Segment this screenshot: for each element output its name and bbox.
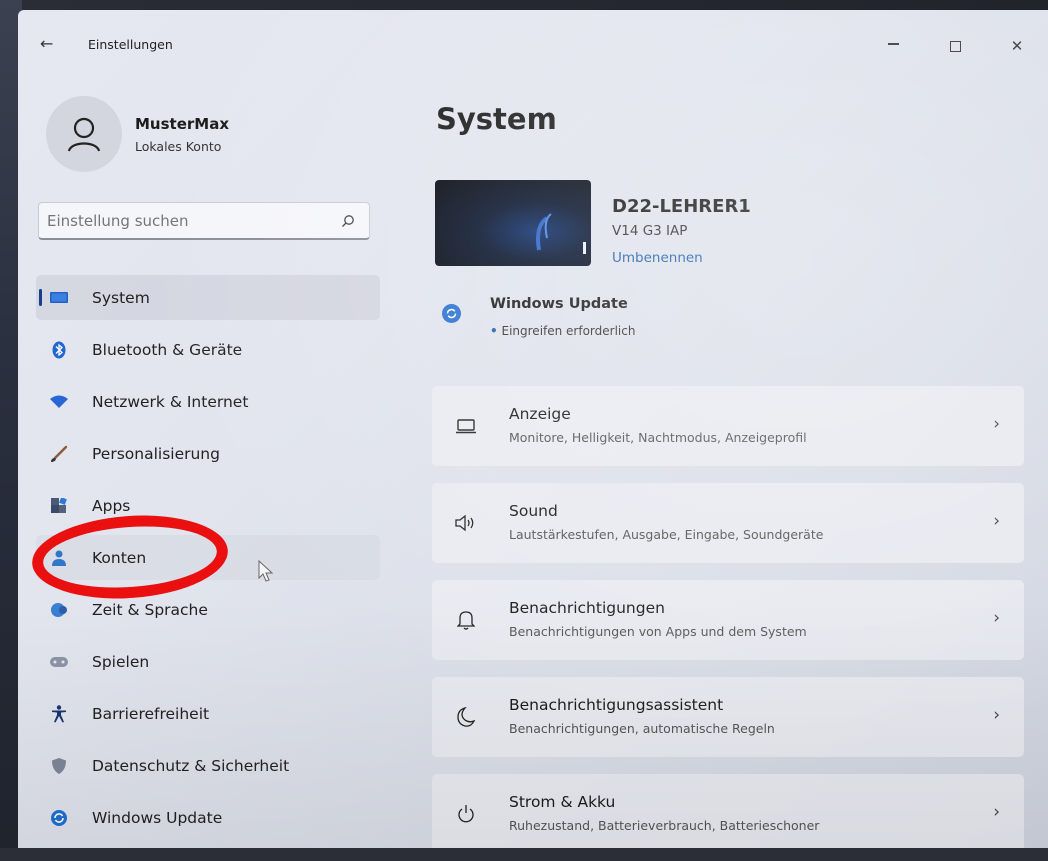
close-button[interactable]: ✕ <box>986 30 1048 62</box>
speaker-icon <box>454 511 478 535</box>
chevron-right-icon: › <box>993 414 1000 434</box>
minimize-button[interactable] <box>862 30 924 62</box>
minimize-icon <box>887 43 899 45</box>
card-title: Benachrichtigungsassistent <box>509 696 724 714</box>
sidebar-item-network[interactable]: Netzwerk & Internet <box>36 379 380 424</box>
wifi-icon <box>50 393 68 411</box>
power-icon <box>454 802 478 826</box>
search-icon <box>342 215 354 227</box>
sidebar-item-label: Spielen <box>92 652 150 671</box>
windows-update-status: • Eingreifen erforderlich <box>490 324 635 338</box>
card-title: Benachrichtigungen <box>509 599 665 617</box>
chevron-right-icon: › <box>993 608 1000 628</box>
maximize-button[interactable] <box>924 30 986 62</box>
user-name: MusterMax <box>135 115 229 133</box>
card-sound[interactable]: Sound Lautstärkestufen, Ausgabe, Eingabe… <box>432 483 1024 563</box>
sidebar-item-accessibility[interactable]: Barrierefreiheit <box>36 691 380 736</box>
windows-update-icon <box>442 304 461 323</box>
avatar[interactable] <box>46 96 122 172</box>
chevron-right-icon: › <box>993 802 1000 822</box>
sidebar-item-label: System <box>92 288 150 307</box>
card-title: Anzeige <box>509 405 571 423</box>
sidebar-item-windows-update[interactable]: Windows Update <box>36 795 380 840</box>
sidebar-item-label: Datenschutz & Sicherheit <box>92 756 290 775</box>
device-name: D22-LEHRER1 <box>612 196 751 217</box>
sidebar-item-label: Barrierefreiheit <box>92 704 210 723</box>
card-subtitle: Benachrichtigungen, automatische Regeln <box>509 721 775 736</box>
person-outline-icon <box>67 117 101 152</box>
title-bar: ← Einstellungen ✕ <box>18 10 1048 66</box>
sidebar-item-label: Windows Update <box>92 808 223 827</box>
wallpaper-swirl-icon <box>536 213 586 254</box>
bell-icon <box>454 608 478 632</box>
selection-indicator <box>39 289 42 306</box>
status-dot-icon: • <box>490 324 498 338</box>
accessibility-icon <box>50 704 68 723</box>
card-subtitle: Lautstärkestufen, Ausgabe, Eingabe, Soun… <box>509 527 824 542</box>
bluetooth-icon <box>50 341 68 359</box>
monitor-icon <box>50 289 68 307</box>
sidebar-item-system[interactable]: System <box>36 275 380 320</box>
mouse-cursor-icon <box>258 560 274 582</box>
gamepad-icon <box>50 653 68 671</box>
window-title: Einstellungen <box>88 37 173 52</box>
account-type: Lokales Konto <box>135 139 222 154</box>
sidebar-item-label: Zeit & Sprache <box>92 600 208 619</box>
sidebar-item-bluetooth[interactable]: Bluetooth & Geräte <box>36 327 380 372</box>
brush-icon <box>50 445 68 463</box>
shield-icon <box>50 757 68 775</box>
device-model: V14 G3 IAP <box>612 223 688 239</box>
card-focus-assist[interactable]: Benachrichtigungsassistent Benachrichtig… <box>432 677 1024 757</box>
windows-update-status-text: Eingreifen erforderlich <box>501 324 636 338</box>
card-subtitle: Ruhezustand, Batterieverbrauch, Batterie… <box>509 818 820 833</box>
card-notifications[interactable]: Benachrichtigungen Benachrichtigungen vo… <box>432 580 1024 660</box>
windows-update-link[interactable]: Windows Update <box>490 296 628 312</box>
sidebar-item-personalization[interactable]: Personalisierung <box>36 431 380 476</box>
display-icon <box>454 414 478 438</box>
page-title: System <box>436 102 557 136</box>
chevron-right-icon: › <box>993 705 1000 725</box>
sidebar-item-gaming[interactable]: Spielen <box>36 639 380 684</box>
apps-icon <box>50 497 68 515</box>
rename-link[interactable]: Umbenennen <box>612 250 703 266</box>
settings-window: ← Einstellungen ✕ MusterMax Lokales Kont… <box>18 10 1048 850</box>
sidebar-item-label: Bluetooth & Geräte <box>92 340 243 359</box>
maximize-icon <box>949 40 961 52</box>
card-display[interactable]: Anzeige Monitore, Helligkeit, Nachtmodus… <box>432 386 1024 466</box>
close-icon: ✕ <box>1010 37 1024 55</box>
device-wallpaper-thumbnail <box>435 180 591 266</box>
card-subtitle: Monitore, Helligkeit, Nachtmodus, Anzeig… <box>509 430 807 445</box>
sidebar-item-label: Netzwerk & Internet <box>92 392 249 411</box>
search-box[interactable] <box>38 202 370 240</box>
sidebar-item-label: Apps <box>92 496 131 515</box>
search-input[interactable] <box>47 209 327 233</box>
card-power-battery[interactable]: Strom & Akku Ruhezustand, Batterieverbra… <box>432 774 1024 850</box>
sidebar-item-label: Personalisierung <box>92 444 220 463</box>
window-controls: ✕ <box>862 30 1048 62</box>
moon-icon <box>454 705 478 729</box>
sidebar-item-privacy-security[interactable]: Datenschutz & Sicherheit <box>36 743 380 788</box>
card-title: Sound <box>509 502 558 520</box>
chevron-right-icon: › <box>993 511 1000 531</box>
card-subtitle: Benachrichtigungen von Apps und dem Syst… <box>509 624 807 639</box>
back-button[interactable]: ← <box>40 34 53 53</box>
screen-bottom-edge <box>0 848 1048 861</box>
globe-icon <box>50 601 68 619</box>
update-icon <box>50 809 68 827</box>
settings-card-list: Anzeige Monitore, Helligkeit, Nachtmodus… <box>432 386 1024 850</box>
card-title: Strom & Akku <box>509 793 616 811</box>
